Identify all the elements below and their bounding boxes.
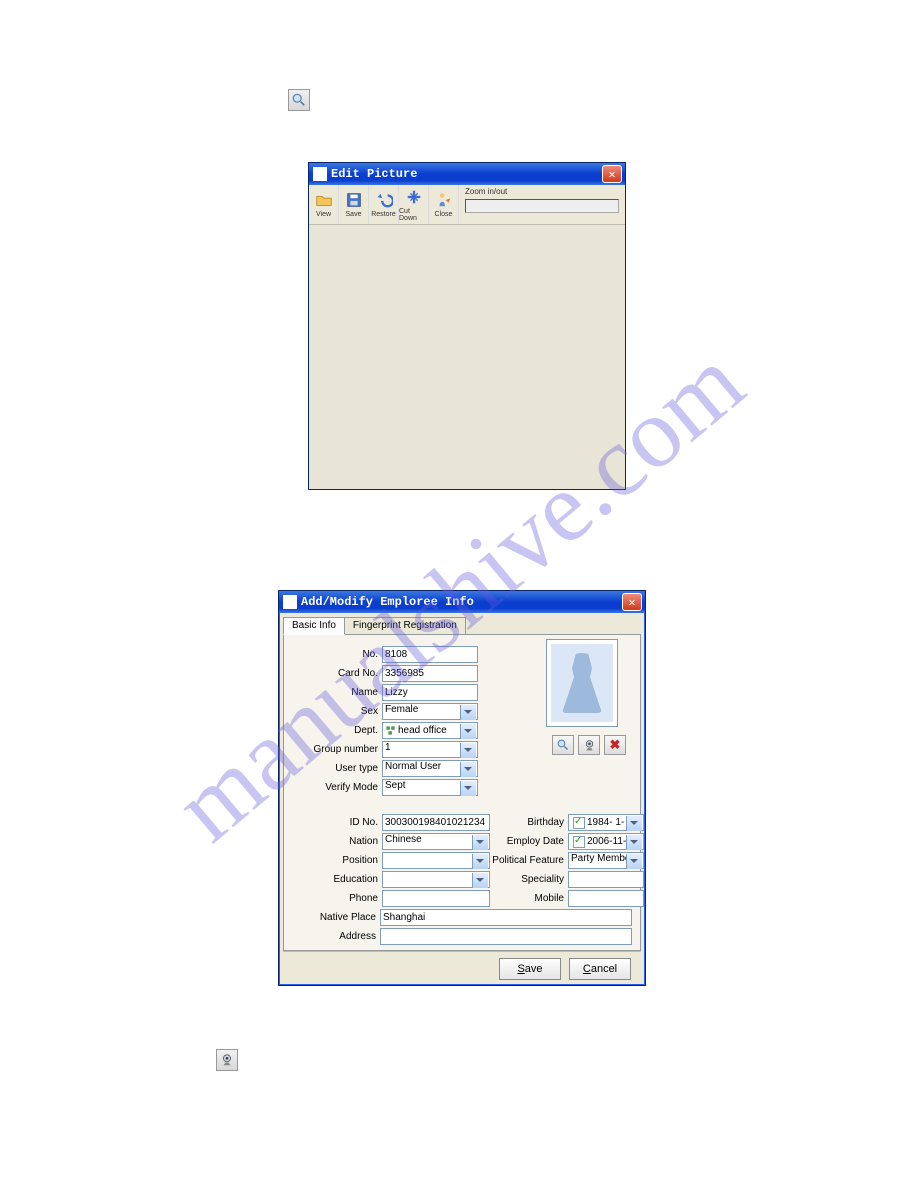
- zoom-panel: Zoom in/out: [459, 185, 625, 224]
- edit-picture-window: Edit Picture ✕ View Save Restore Cut Dow…: [308, 162, 626, 490]
- titlebar[interactable]: Edit Picture ✕: [309, 163, 625, 185]
- person-exit-icon: [435, 191, 453, 209]
- verify-mode-select[interactable]: Sept: [382, 779, 478, 796]
- tab-fingerprint[interactable]: Fingerprint Registration: [344, 617, 466, 635]
- sys-icon: [313, 167, 327, 181]
- birthday-value: 1984- 1- 2: [587, 817, 641, 828]
- name-label: Name: [292, 687, 382, 698]
- webcam-icon: [216, 1049, 238, 1071]
- position-label: Position: [292, 855, 382, 866]
- education-label: Education: [292, 874, 382, 885]
- phone-field[interactable]: [382, 890, 490, 907]
- name-field[interactable]: [382, 684, 478, 701]
- window-title: Edit Picture: [331, 167, 417, 181]
- tab-basic-info[interactable]: Basic Info: [283, 617, 345, 635]
- restore-button[interactable]: Restore: [369, 185, 399, 224]
- undo-icon: [375, 191, 393, 209]
- speciality-label: Speciality: [490, 874, 568, 885]
- birthday-checkbox[interactable]: [573, 817, 585, 829]
- user-type-select[interactable]: Normal User: [382, 760, 478, 777]
- phone-label: Phone: [292, 893, 382, 904]
- position-select[interactable]: [382, 852, 490, 869]
- birthday-picker[interactable]: 1984- 1- 2: [568, 814, 644, 831]
- window-title: Add/Modify Emploree Info: [301, 595, 474, 609]
- sex-select[interactable]: Female: [382, 703, 478, 720]
- save-button[interactable]: Save: [339, 185, 369, 224]
- political-feature-label: Political Feature: [490, 855, 568, 866]
- tab-body: ✖ No. Card No. Name Sex Female Dept. hea…: [283, 634, 641, 951]
- id-no-label: ID No.: [292, 817, 382, 828]
- native-place-field[interactable]: [380, 909, 632, 926]
- cancel-button[interactable]: Cancel: [569, 958, 631, 980]
- sex-label: Sex: [292, 706, 382, 717]
- restore-label: Restore: [371, 211, 396, 218]
- user-type-label: User type: [292, 763, 382, 774]
- employee-info-window: Add/Modify Emploree Info ✕ Basic Info Fi…: [278, 590, 646, 986]
- political-feature-select[interactable]: Party Member: [568, 852, 644, 869]
- close-button[interactable]: ✕: [602, 165, 622, 183]
- titlebar[interactable]: Add/Modify Emploree Info ✕: [279, 591, 645, 613]
- save-rest: ave: [525, 963, 543, 975]
- cut-down-button[interactable]: Cut Down: [399, 185, 429, 224]
- card-no-label: Card No.: [292, 668, 382, 679]
- org-icon: [385, 725, 396, 736]
- employ-date-value: 2006-11- 9: [587, 836, 641, 847]
- save-label: Save: [346, 211, 362, 218]
- id-no-field[interactable]: [382, 814, 490, 831]
- mobile-field[interactable]: [568, 890, 644, 907]
- address-field[interactable]: [380, 928, 632, 945]
- picture-canvas: [309, 225, 625, 489]
- view-label: View: [316, 211, 331, 218]
- close-tool-button[interactable]: Close: [429, 185, 459, 224]
- dept-label: Dept.: [292, 725, 382, 736]
- button-bar: Save Cancel: [283, 951, 641, 985]
- dept-value: head office: [398, 725, 447, 736]
- close-label: Close: [435, 211, 453, 218]
- magnify-icon: [288, 89, 310, 111]
- address-label: Address: [292, 931, 380, 942]
- no-label: No.: [292, 649, 382, 660]
- toolbar: View Save Restore Cut Down Close Zoom in…: [309, 185, 625, 225]
- nation-label: Nation: [292, 836, 382, 847]
- employ-date-picker[interactable]: 2006-11- 9: [568, 833, 644, 850]
- close-button[interactable]: ✕: [622, 593, 642, 611]
- native-place-label: Native Place: [292, 912, 380, 923]
- dept-select[interactable]: head office: [382, 722, 478, 739]
- cancel-rest: ancel: [591, 963, 617, 975]
- zoom-label: Zoom in/out: [465, 187, 507, 196]
- floppy-icon: [345, 191, 363, 209]
- group-number-select[interactable]: 1: [382, 741, 478, 758]
- mobile-label: Mobile: [490, 893, 568, 904]
- birthday-label: Birthday: [490, 817, 568, 828]
- sys-icon: [283, 595, 297, 609]
- employ-date-checkbox[interactable]: [573, 836, 585, 848]
- crop-icon: [405, 188, 423, 206]
- tab-bar: Basic Info Fingerprint Registration: [283, 617, 641, 635]
- speciality-field[interactable]: [568, 871, 644, 888]
- cutdown-label: Cut Down: [399, 208, 428, 222]
- no-field[interactable]: [382, 646, 478, 663]
- nation-select[interactable]: Chinese: [382, 833, 490, 850]
- education-select[interactable]: [382, 871, 490, 888]
- zoom-slider[interactable]: [465, 199, 619, 213]
- save-button[interactable]: Save: [499, 958, 561, 980]
- folder-open-icon: [315, 191, 333, 209]
- employ-date-label: Employ Date: [490, 836, 568, 847]
- verify-mode-label: Verify Mode: [292, 782, 382, 793]
- card-no-field[interactable]: [382, 665, 478, 682]
- view-button[interactable]: View: [309, 185, 339, 224]
- group-number-label: Group number: [292, 744, 382, 755]
